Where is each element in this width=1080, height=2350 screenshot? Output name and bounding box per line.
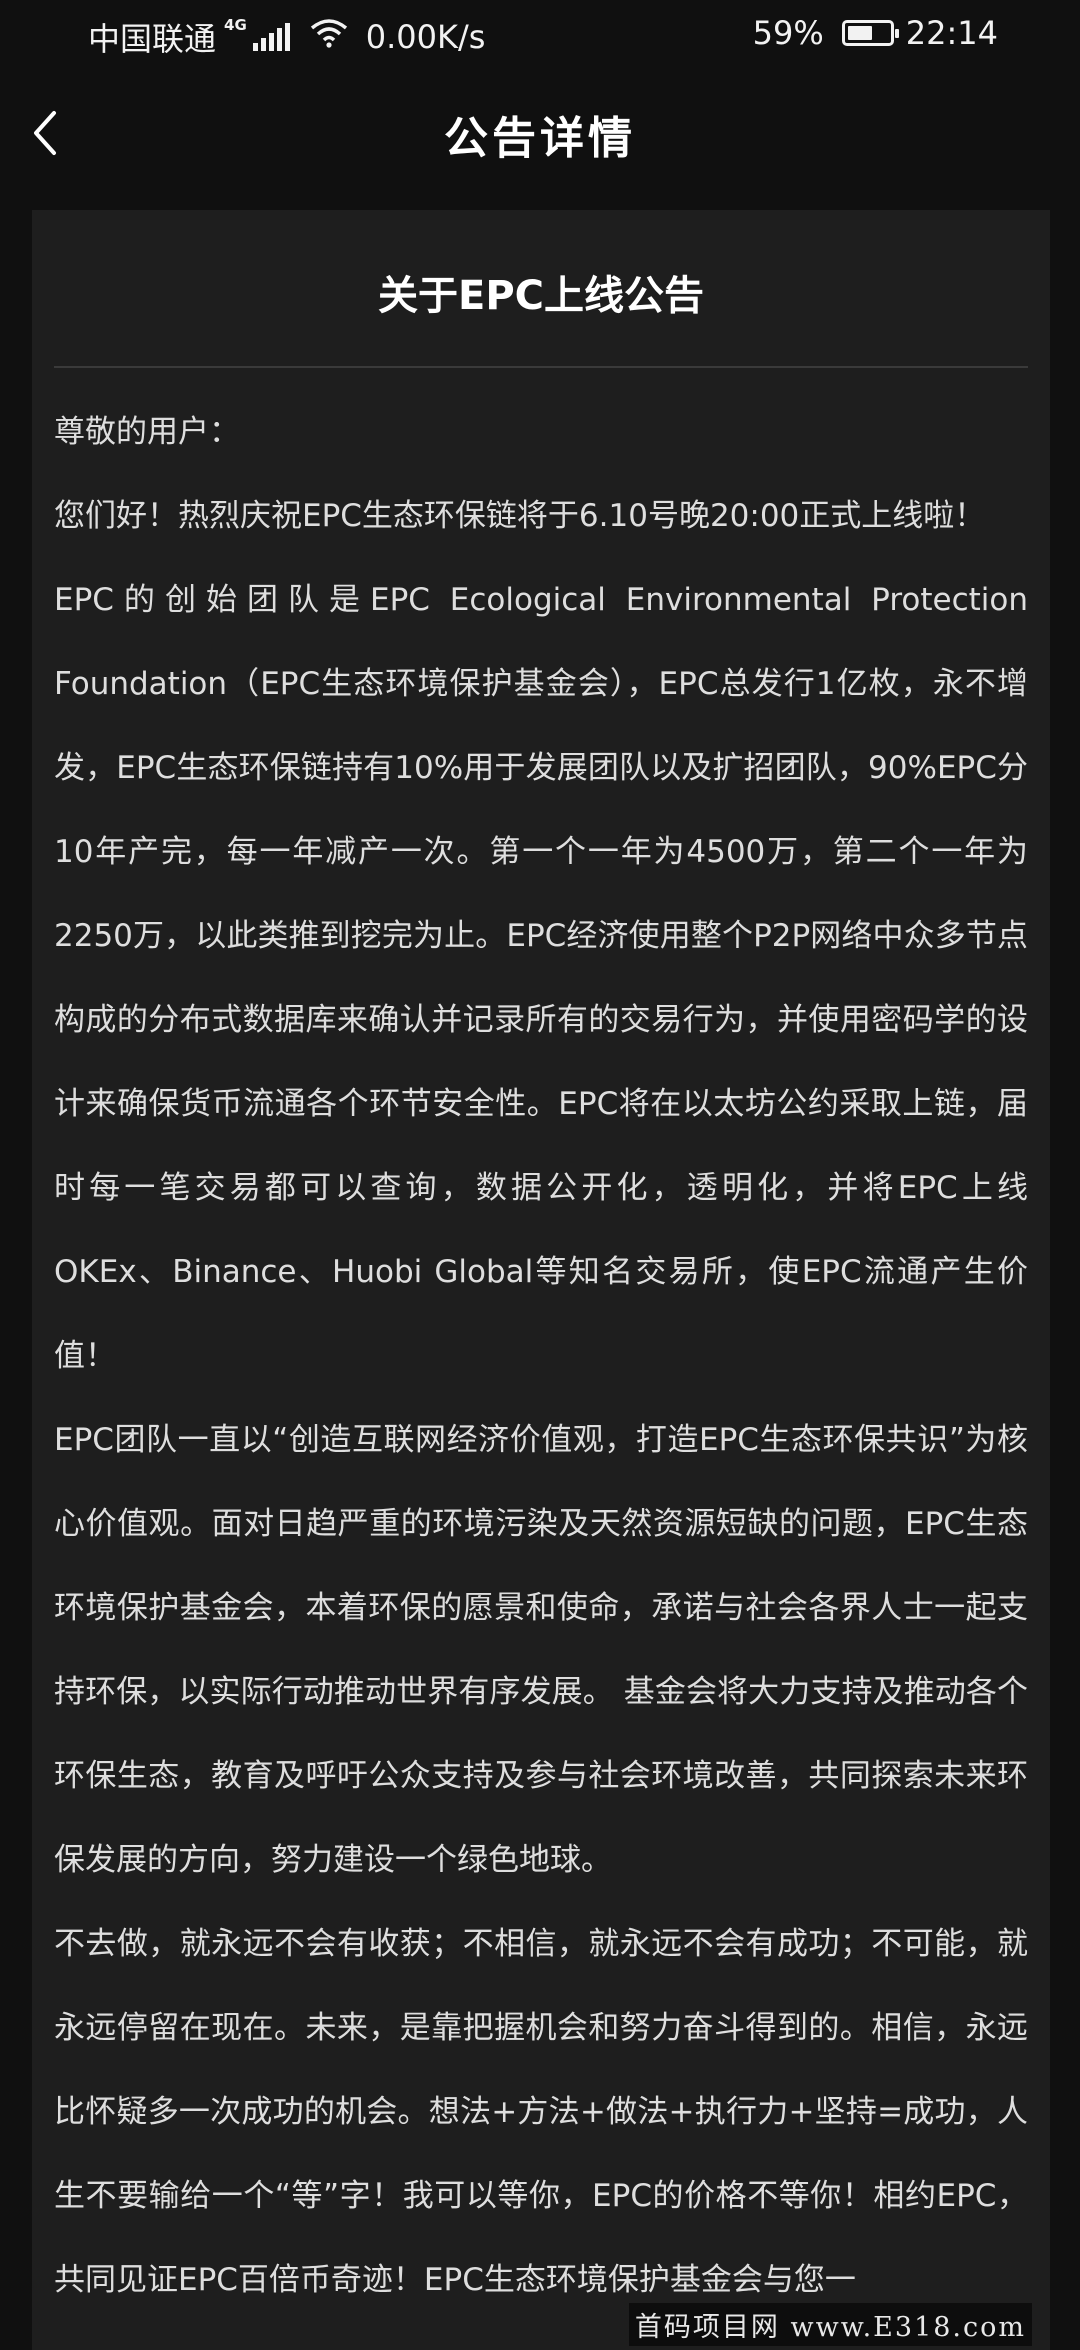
article-title: 关于EPC上线公告 bbox=[378, 273, 704, 319]
net-speed: 0.00K/s bbox=[365, 18, 486, 56]
clock: 22:14 bbox=[905, 14, 998, 52]
battery-level-fill bbox=[847, 26, 872, 40]
article-paragraph: EPC的创始团队是EPC Ecological Environmental Pr… bbox=[54, 582, 1028, 1374]
status-right: 59% 22:14 bbox=[753, 14, 998, 52]
article-paragraph: 不去做，就永远不会有收获；不相信，就永远不会有成功；不可能，就永远停留在现在。未… bbox=[54, 1926, 1028, 2298]
page-title: 公告详情 bbox=[444, 113, 636, 164]
nav-bar: 公告详情 bbox=[0, 80, 1080, 186]
status-left: 中国联通 4G 0.00K/s bbox=[88, 14, 485, 60]
article-body: 尊敬的用户： 您们好！热烈庆祝EPC生态环保链将于6.10号晚20:00正式上线… bbox=[54, 390, 1028, 2322]
battery-percent: 59% bbox=[752, 14, 824, 52]
article-paragraph: EPC团队一直以“创造互联网经济价值观，打造EPC生态环保共识”为核心价值观。面… bbox=[54, 1422, 1028, 1878]
carrier-name: 中国联通 bbox=[88, 20, 217, 58]
network-type: 4G bbox=[224, 16, 247, 34]
status-bar: 中国联通 4G 0.00K/s 59% 22:14 bbox=[0, 0, 1080, 72]
article-paragraph: 您们好！热烈庆祝EPC生态环保链将于6.10号晚20:00正式上线啦！ bbox=[54, 498, 986, 534]
title-divider bbox=[54, 366, 1028, 368]
article-paragraph-greeting: 尊敬的用户： bbox=[54, 414, 240, 450]
announcement-card: 关于EPC上线公告 尊敬的用户： 您们好！热烈庆祝EPC生态环保链将于6.10号… bbox=[32, 210, 1050, 2350]
signal-icon bbox=[252, 23, 290, 51]
wifi-icon bbox=[310, 18, 348, 56]
battery-icon bbox=[841, 20, 899, 46]
